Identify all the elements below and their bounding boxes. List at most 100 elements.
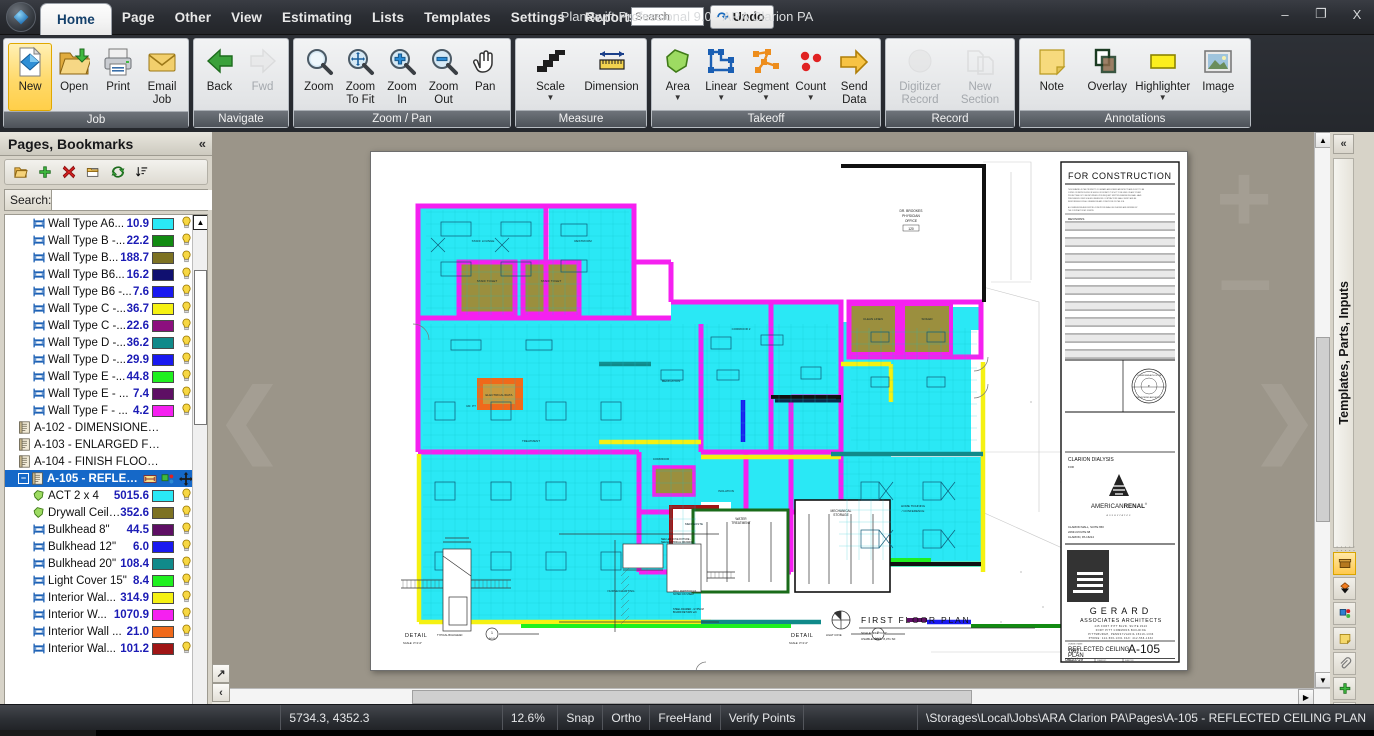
visibility-bulb-icon[interactable]	[181, 318, 192, 331]
chevron-down-icon[interactable]: ▼	[807, 93, 815, 101]
tree-row[interactable]: Bulkhead 12" 6.0	[5, 538, 193, 555]
sort-icon[interactable]	[135, 165, 148, 179]
tree-item-color-swatch[interactable]	[152, 625, 174, 638]
visibility-bulb-icon[interactable]	[181, 267, 192, 280]
tree-row[interactable]: A-104 - FINISH FLOOR PLAN	[5, 453, 193, 470]
tree-row[interactable]: Wall Type F - ... 4.2	[5, 402, 193, 419]
dimension-badge-icon[interactable]	[143, 473, 157, 485]
ribbon-button-count[interactable]: Count ▼	[789, 43, 832, 101]
tree-item-color-swatch[interactable]	[152, 319, 174, 332]
tree-item-color-swatch[interactable]	[152, 336, 174, 349]
visibility-bulb-icon[interactable]	[181, 573, 192, 586]
undo-button[interactable]: ↶ Undo	[710, 5, 774, 29]
add-green-plus-icon[interactable]	[1333, 677, 1356, 700]
ribbon-button-note[interactable]: Note	[1027, 43, 1077, 94]
visibility-bulb-icon[interactable]	[181, 284, 192, 297]
visibility-bulb-icon[interactable]	[181, 505, 192, 518]
delete-x-icon[interactable]	[62, 165, 76, 179]
ribbon-button-image[interactable]: Image	[1193, 43, 1243, 94]
visibility-bulb-icon[interactable]	[181, 250, 192, 263]
canvas-vscroll-thumb[interactable]	[1316, 337, 1330, 522]
maximize-button[interactable]: ❐	[1312, 6, 1330, 22]
tree-row[interactable]: ACT 2 x 4 5015.6	[5, 487, 193, 504]
tree-row[interactable]: Wall Type E -... 44.8	[5, 368, 193, 385]
tree-row[interactable]: Interior Wal... 314.9	[5, 589, 193, 606]
minimize-button[interactable]: –	[1276, 7, 1294, 22]
chevron-down-icon[interactable]: ▼	[762, 93, 770, 101]
visibility-bulb-icon[interactable]	[181, 590, 192, 603]
ribbon-button-zoom-out[interactable]: Zoom Out	[423, 43, 465, 106]
menu-item-lists[interactable]: Lists	[362, 0, 414, 35]
canvas-horizontal-scrollbar[interactable]: ◀ ▶	[212, 688, 1330, 705]
tree-row[interactable]: Interior W... 1070.9	[5, 606, 193, 623]
takeoff-items-icon[interactable]	[1333, 602, 1356, 625]
visibility-bulb-icon[interactable]	[181, 216, 192, 229]
close-button[interactable]: X	[1348, 7, 1366, 22]
attachment-clip-icon[interactable]	[1333, 652, 1356, 675]
status-verify-points-toggle[interactable]: Verify Points	[721, 704, 805, 731]
tree-scrollbar[interactable]: ▲ ▼	[192, 215, 207, 736]
menu-item-templates[interactable]: Templates	[414, 0, 501, 35]
tree-row[interactable]: Wall Type D -... 29.9	[5, 351, 193, 368]
canvas-scroll-down-icon[interactable]: ▼	[1315, 672, 1331, 688]
ribbon-button-scale[interactable]: Scale ▼	[526, 43, 576, 101]
tree-item-color-swatch[interactable]	[152, 217, 174, 230]
tree-row[interactable]: Wall Type B... 188.7	[5, 249, 193, 266]
menu-item-other[interactable]: Other	[165, 0, 222, 35]
tree-item-color-swatch[interactable]	[152, 540, 174, 553]
assembly-diamond-icon[interactable]	[1333, 577, 1356, 600]
tree-item-color-swatch[interactable]	[152, 591, 174, 604]
menu-item-settings[interactable]: Settings	[501, 0, 575, 35]
ribbon-button-segment[interactable]: Segment ▼	[743, 43, 789, 101]
tree-row[interactable]: Wall Type E - ... 7.4	[5, 385, 193, 402]
canvas-scroll-right-icon[interactable]: ▶	[1298, 689, 1314, 705]
chevron-down-icon[interactable]: ▼	[1159, 93, 1167, 101]
visibility-bulb-icon[interactable]	[181, 335, 192, 348]
tree-row[interactable]: Bulkhead 8" 44.5	[5, 521, 193, 538]
chevron-down-icon[interactable]: ▼	[674, 93, 682, 101]
chevron-down-icon[interactable]: ▼	[547, 93, 555, 101]
ribbon-button-linear[interactable]: Linear ▼	[699, 43, 742, 101]
tree-row[interactable]: Drywall Ceiling 352.6	[5, 504, 193, 521]
visibility-bulb-icon[interactable]	[181, 352, 192, 365]
tree-row[interactable]: Wall Type B6 -... 7.6	[5, 283, 193, 300]
visibility-bulb-icon[interactable]	[181, 522, 192, 535]
menu-item-page[interactable]: Page	[112, 0, 165, 35]
folder-icon[interactable]	[13, 165, 28, 180]
tree-item-color-swatch[interactable]	[152, 574, 174, 587]
ribbon-button-send-data[interactable]: Send Data	[832, 43, 875, 106]
status-ortho-toggle[interactable]: Ortho	[603, 704, 651, 731]
tree-item-color-swatch[interactable]	[152, 251, 174, 264]
add-plus-icon[interactable]	[38, 165, 52, 179]
collapse-panel-icon[interactable]: «	[199, 136, 206, 151]
expand-canvas-icon[interactable]: ↗	[212, 664, 230, 683]
pages-tree[interactable]: Wall Type A6... 10.9 Wall Type B -... 22.2 W…	[4, 214, 208, 736]
ribbon-button-print[interactable]: Print	[96, 43, 140, 94]
tree-row[interactable]: Wall Type B -... 22.2	[5, 232, 193, 249]
app-orb-button[interactable]	[6, 2, 36, 32]
visibility-bulb-icon[interactable]	[181, 607, 192, 620]
tree-item-color-swatch[interactable]	[152, 489, 174, 502]
note-icon[interactable]	[1333, 627, 1356, 650]
tree-item-color-swatch[interactable]	[152, 370, 174, 383]
tree-expander-icon[interactable]: −	[18, 473, 29, 484]
visibility-bulb-icon[interactable]	[181, 233, 192, 246]
drawing-sheet[interactable]: DR. BROOKES PHYSICIAN OFFICE 120 WATER T…	[370, 151, 1188, 671]
tree-search-input[interactable]	[52, 190, 214, 210]
visibility-bulb-icon[interactable]	[181, 624, 192, 637]
tree-row[interactable]: Wall Type D -... 36.2	[5, 334, 193, 351]
menu-item-view[interactable]: View	[221, 0, 272, 35]
collapse-right-panel-icon[interactable]: «	[1333, 134, 1354, 154]
tree-row[interactable]: Light Cover 15" 8.4	[5, 572, 193, 589]
ribbon-button-back[interactable]: Back	[198, 43, 241, 94]
menu-item-home[interactable]: Home	[40, 3, 112, 35]
ribbon-button-open[interactable]: Open	[52, 43, 96, 94]
visibility-bulb-icon[interactable]	[181, 369, 192, 382]
ribbon-button-overlay[interactable]: Overlay	[1082, 43, 1132, 94]
tree-item-color-swatch[interactable]	[152, 234, 174, 247]
visibility-bulb-icon[interactable]	[181, 556, 192, 569]
move-badge-icon[interactable]	[179, 471, 193, 486]
tree-item-color-swatch[interactable]	[152, 302, 174, 315]
tree-item-color-swatch[interactable]	[152, 353, 174, 366]
status-freehand-toggle[interactable]: FreeHand	[650, 704, 721, 731]
